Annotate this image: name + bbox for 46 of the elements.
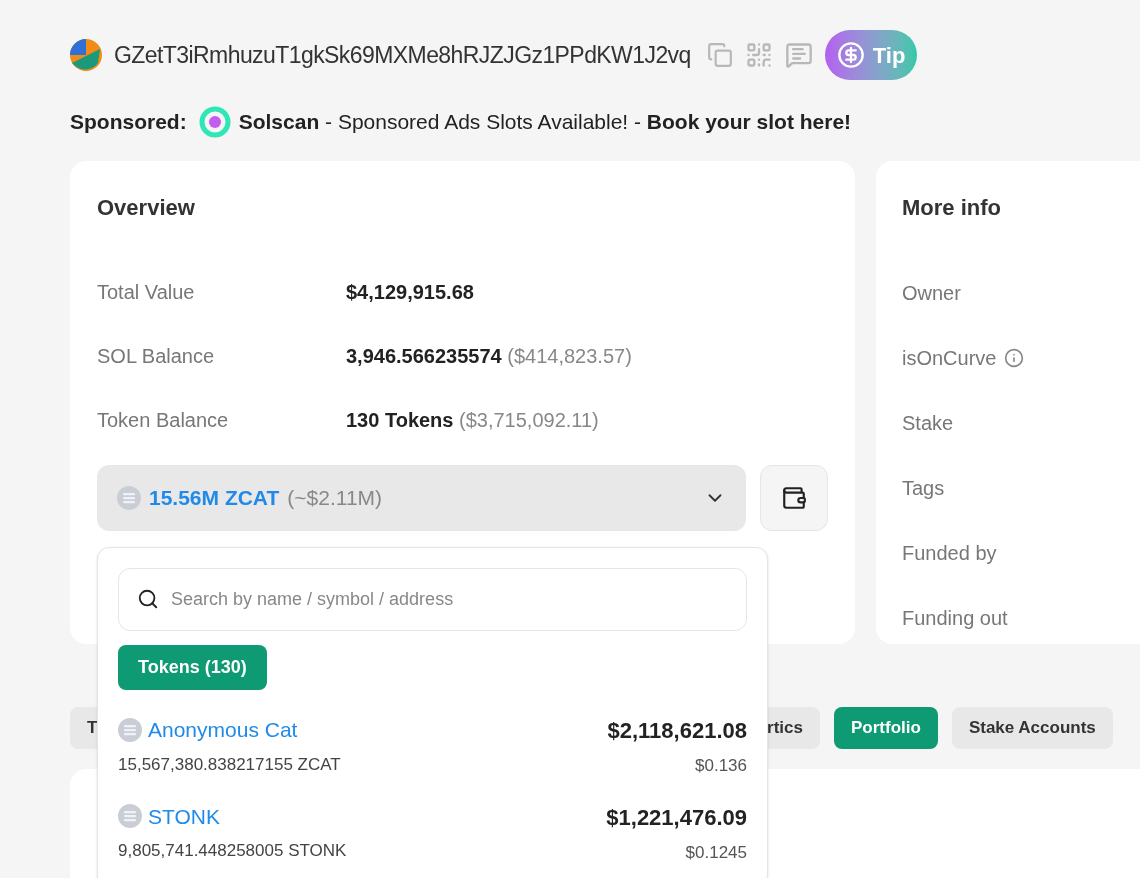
field-label: Owner xyxy=(902,281,961,306)
tab[interactable]: Stake Accounts xyxy=(951,707,1113,749)
field-label: Total Value xyxy=(97,280,196,305)
token-icon xyxy=(118,804,142,829)
token-icon xyxy=(117,486,141,510)
field-label: Token Balance xyxy=(97,408,230,433)
token-price: $0.1245 xyxy=(685,841,747,864)
chat-icon[interactable] xyxy=(784,41,813,69)
token-value: $1,221,476.09 xyxy=(606,803,747,832)
token-amount: 15,567,380.838217155 ZCAT xyxy=(118,753,341,776)
dollar-icon xyxy=(836,41,865,69)
field-label: Funding out xyxy=(902,606,1008,631)
card-title: More info xyxy=(902,194,1002,222)
field-label: Funded by xyxy=(902,541,997,566)
token-price: $0.136 xyxy=(695,755,747,777)
wallet-address: GZetT3iRmhuzuT1gkSk69MXMe8hRJZJGz1PPdKW1J2vq xyxy=(114,40,691,70)
token-name[interactable]: Anonymous Cat xyxy=(148,714,298,746)
card-title: Overview xyxy=(97,194,196,222)
field-label: SOL Balance xyxy=(97,344,216,369)
field-label: Stake xyxy=(902,411,954,436)
sponsored-text: Solscan - Sponsored Ads Slots Available! - Book your slot here! xyxy=(238,109,852,136)
search-icon xyxy=(137,588,159,610)
tab[interactable]: Portfolio xyxy=(834,707,938,749)
token-icon xyxy=(118,717,142,742)
token-select[interactable]: 15.56M ZCAT (~$2.11M) xyxy=(97,465,746,531)
wallet-button[interactable] xyxy=(760,465,828,531)
field-value: 3,946.566235574 ($414,823.57) xyxy=(346,344,632,369)
info-icon[interactable] xyxy=(1004,348,1025,368)
field-label: isOnCurve xyxy=(902,346,997,371)
copy-icon[interactable] xyxy=(706,42,733,68)
search-field[interactable]: Search by name / symbol / address xyxy=(118,568,747,631)
field-value: $4,129,915.68 xyxy=(346,280,474,305)
sponsored-label: Sponsored: xyxy=(70,109,187,136)
field-value: 130 Tokens ($3,715,092.11) xyxy=(346,408,599,433)
field-label: Tags xyxy=(902,476,945,501)
brand-logo-icon xyxy=(198,106,231,138)
qr-code-icon[interactable] xyxy=(744,41,773,69)
token-value: $2,118,621.08 xyxy=(607,717,747,745)
token-amount: 9,805,741.448258005 STONK xyxy=(118,840,347,862)
wallet-icon xyxy=(781,485,807,511)
token-item[interactable]: Anonymous Cat 15,567,380.838217155 ZCAT $2,118,621.08 $0.136 xyxy=(118,714,747,779)
token-name[interactable]: STONK xyxy=(148,800,220,832)
tip-button[interactable]: Tip xyxy=(824,30,918,80)
avatar-icon xyxy=(70,39,102,71)
token-item[interactable]: STONK 9,805,741.448258005 STONK $1,221,476.09 $0.1245 xyxy=(118,800,747,865)
filter-chip[interactable]: Tokens (130) xyxy=(118,645,267,690)
